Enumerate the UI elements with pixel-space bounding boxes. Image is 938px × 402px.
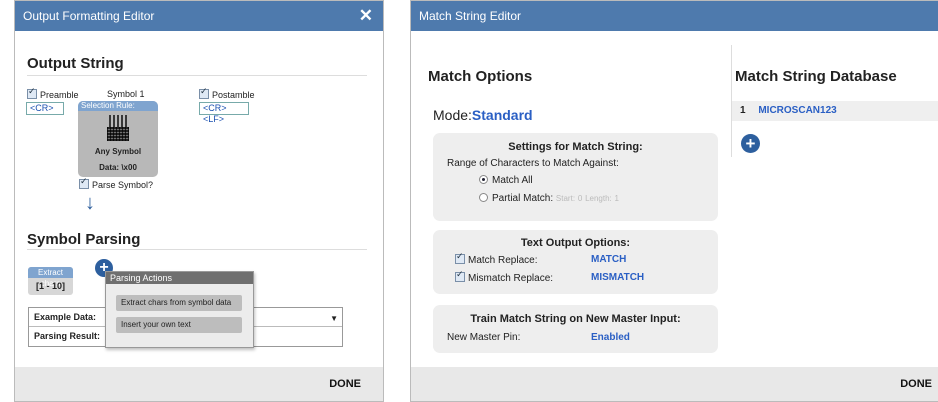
settings-panel: Settings for Match String: Range of Char… [433,133,718,221]
extract-chars-button[interactable]: Extract chars from symbol data [116,295,242,311]
chip-label: Extract chars [28,267,73,288]
match-string-database-heading: Match String Database [735,68,897,85]
database-row-value: MICROSCAN123 [758,105,837,116]
dialog-footer: DONE [15,367,383,401]
arrow-down-icon: ↓ [85,192,95,214]
checkbox-checked-icon [27,86,37,99]
match-replace-label: Match Replace: [468,255,538,266]
checkbox-checked-icon [199,86,209,99]
checkbox-checked-icon [455,269,465,282]
mode-label: Mode: [433,107,472,123]
dialog-titlebar: Output Formatting Editor ✕ [15,1,383,31]
train-panel-title: Train Match String on New Master Input: [470,313,681,325]
postamble-value-field[interactable]: <CR><LF> [199,102,249,124]
text-output-panel: Text Output Options: Match Replace: MATC… [433,230,718,294]
start-value[interactable]: 0 [578,194,582,203]
mismatch-replace-checkbox[interactable]: Mismatch Replace: [455,269,554,284]
match-all-radio[interactable]: Match All [479,175,533,186]
match-replace-value[interactable]: MATCH [591,254,626,265]
text-output-panel-title: Text Output Options: [520,237,631,249]
settings-panel-title: Settings for Match String: [508,141,643,153]
symbol-name: Any Symbol [94,147,142,156]
length-value[interactable]: 1 [615,194,619,203]
pin-value[interactable]: Enabled [591,332,630,343]
section-divider [27,75,367,76]
popup-title: Parsing Actions [106,272,253,284]
section-divider [27,249,367,250]
radio-unselected-icon [479,193,488,202]
mode-row: Mode:Standard [433,107,533,123]
mismatch-replace-label: Mismatch Replace: [468,273,554,284]
database-row[interactable]: 1 MICROSCAN123 [732,101,938,121]
postamble-label: Postamble [212,90,255,100]
symbol-data: Data: \x00 [99,163,137,172]
dialog-titlebar: Match String Editor [411,1,938,31]
length-label: Length: [585,194,612,203]
datamatrix-icon [107,127,129,141]
parsing-chip[interactable]: Extract chars [1 - 10] [28,267,73,295]
symbol-card[interactable]: Selection Rule: Any Symbol Data: \x00 [78,101,158,177]
train-panel: Train Match String on New Master Input: … [433,305,718,353]
mismatch-replace-value[interactable]: MISMATCH [591,272,644,283]
dialog-title: Match String Editor [419,9,522,23]
partial-match-label: Partial Match: [492,193,554,204]
parse-symbol-label: Parse Symbol? [92,180,154,190]
match-replace-checkbox[interactable]: Match Replace: [455,251,538,266]
range-label: Range of Characters to Match Against: [447,158,619,169]
dialog-footer: DONE [411,367,938,401]
dialog-title: Output Formatting Editor [23,9,155,23]
output-string-heading: Output String [27,55,124,72]
mode-value[interactable]: Standard [472,107,533,123]
match-options-heading: Match Options [428,68,533,85]
match-string-editor-dialog: Match String Editor Match Options Mode:S… [410,0,938,402]
insert-text-button[interactable]: Insert your own text [116,317,242,333]
example-data-label: Example Data: [34,312,97,322]
done-button[interactable]: DONE [329,378,361,390]
radio-selected-icon [479,175,488,184]
postamble-checkbox[interactable]: Postamble [199,86,255,100]
start-label: Start: [555,194,576,203]
chevron-down-icon[interactable]: ▼ [330,310,338,328]
close-icon[interactable]: ✕ [359,1,373,31]
match-all-label: Match All [492,175,533,186]
checkbox-checked-icon [79,176,89,189]
parse-symbol-checkbox[interactable]: Parse Symbol? [79,176,154,190]
pin-label: New Master Pin: [447,332,521,343]
chip-range: [1 - 10] [35,281,65,291]
parsing-actions-popup: Parsing Actions Extract chars from symbo… [105,271,254,348]
done-button[interactable]: DONE [900,378,932,390]
add-match-string-icon[interactable]: + [741,134,760,153]
database-row-index: 1 [740,105,746,116]
symbol-parsing-heading: Symbol Parsing [27,231,141,248]
partial-match-radio[interactable]: Partial Match: Start: 0 Length: 1 [479,193,619,204]
symbol-label: Symbol 1 [107,89,145,99]
output-formatting-editor-dialog: Output Formatting Editor ✕ Output String… [14,0,384,402]
preamble-checkbox[interactable]: Preamble [27,86,79,100]
checkbox-checked-icon [455,251,465,264]
preamble-value-field[interactable]: <CR> [26,102,64,115]
preamble-label: Preamble [40,90,79,100]
selection-rule-label: Selection Rule: [78,101,158,111]
parsing-result-label: Parsing Result: [34,331,101,341]
